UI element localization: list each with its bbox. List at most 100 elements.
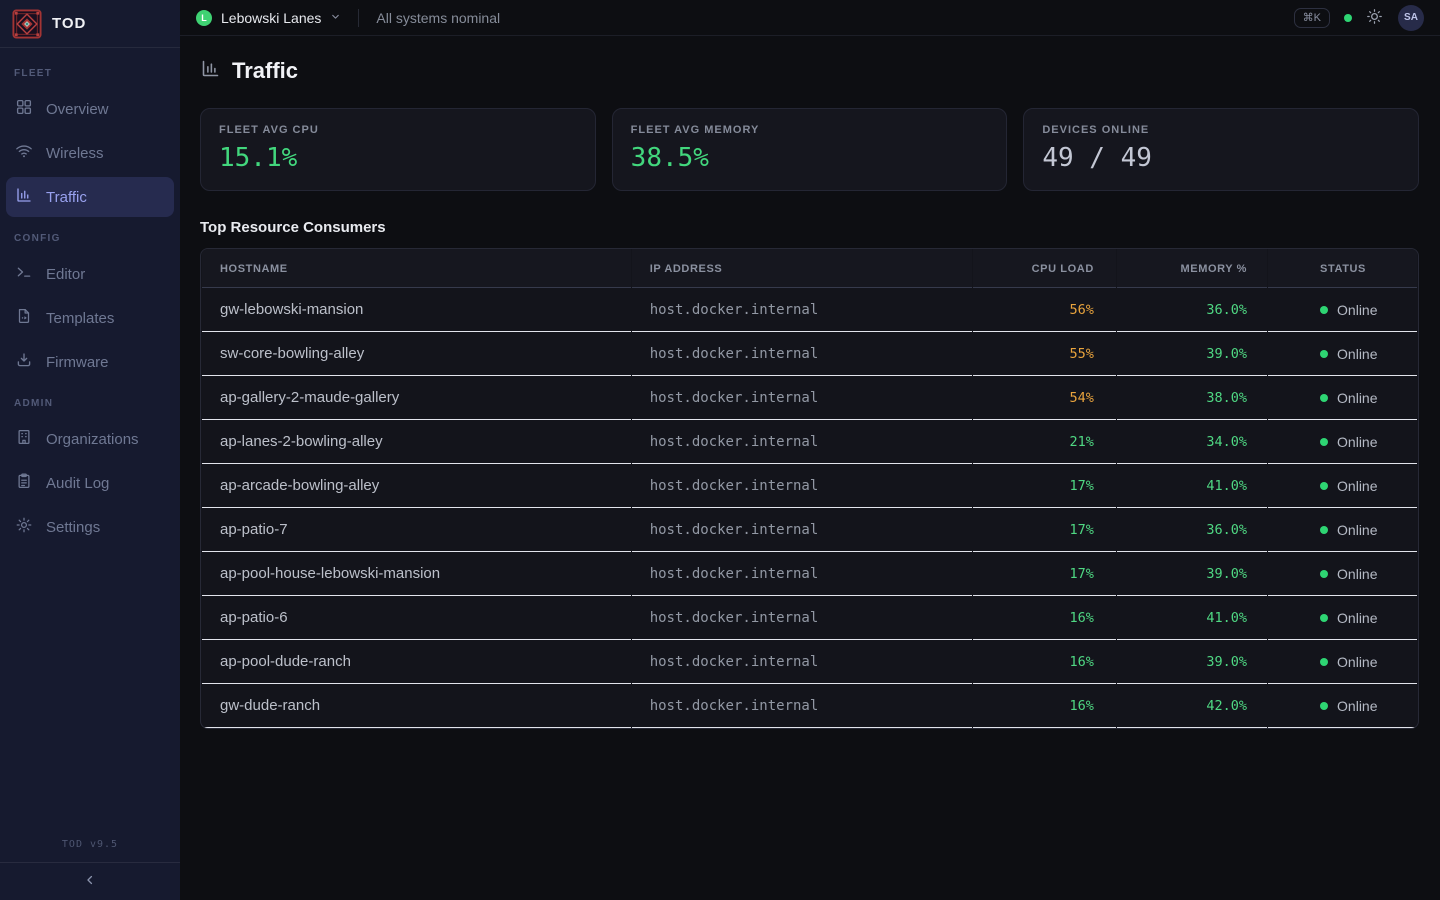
sidebar-item-label: Traffic — [46, 189, 87, 206]
cpu-load-cell: 16% — [973, 684, 1116, 728]
cpu-load-cell: 56% — [973, 288, 1116, 332]
status-cell: Online — [1268, 464, 1417, 508]
cpu-load-cell: 16% — [973, 596, 1116, 640]
table-row[interactable]: ap-pool-dude-ranch host.docker.internal … — [202, 640, 1417, 684]
org-avatar: L — [196, 10, 212, 26]
online-status-icon — [1320, 702, 1328, 710]
online-status-icon — [1320, 658, 1328, 666]
table-row[interactable]: ap-arcade-bowling-alley host.docker.inte… — [202, 464, 1417, 508]
cpu-load-cell: 55% — [973, 332, 1116, 376]
status-label: Online — [1337, 302, 1377, 318]
table-row[interactable]: sw-core-bowling-alley host.docker.intern… — [202, 332, 1417, 376]
sidebar-item-label: Settings — [46, 519, 100, 536]
nav-section-admin: ADMIN — [0, 398, 180, 409]
sun-icon — [1366, 8, 1383, 28]
status-cell: Online — [1268, 332, 1417, 376]
sidebar-item-label: Audit Log — [46, 475, 109, 492]
chevron-left-icon — [83, 873, 97, 890]
user-avatar[interactable]: SA — [1398, 5, 1424, 31]
stat-card-devices-online: DEVICES ONLINE 49 / 49 — [1023, 108, 1419, 191]
ip-address-cell: host.docker.internal — [632, 288, 972, 332]
top-consumers-table: HOSTNAME IP ADDRESS CPU LOAD MEMORY % ST… — [200, 248, 1419, 729]
online-status-icon — [1320, 394, 1328, 402]
chevron-down-icon — [330, 9, 341, 27]
content-frame: L Lebowski Lanes All systems nominal ⌘K — [180, 0, 1440, 900]
hostname-cell: ap-gallery-2-maude-gallery — [202, 376, 631, 420]
table-row[interactable]: ap-lanes-2-bowling-alley host.docker.int… — [202, 420, 1417, 464]
online-status-icon — [1320, 526, 1328, 534]
page-title: Traffic — [232, 58, 298, 84]
ip-address-cell: host.docker.internal — [632, 684, 972, 728]
sidebar-item-label: Firmware — [46, 354, 109, 371]
bar-chart-icon — [200, 58, 221, 84]
hostname-cell: ap-arcade-bowling-alley — [202, 464, 631, 508]
table-row[interactable]: ap-patio-6 host.docker.internal 16% 41.0… — [202, 596, 1417, 640]
app-logo: TOD — [0, 0, 180, 48]
status-label: Online — [1337, 434, 1377, 450]
sidebar-nav: FLEET Overview Wireless — [0, 48, 180, 839]
sidebar-collapse-button[interactable] — [0, 862, 180, 900]
stat-value: 15.1% — [219, 143, 577, 173]
hostname-cell: ap-patio-6 — [202, 596, 631, 640]
clipboard-icon — [15, 472, 33, 495]
sidebar-item-organizations[interactable]: Organizations — [6, 419, 174, 459]
cpu-load-cell: 54% — [973, 376, 1116, 420]
sidebar-item-settings[interactable]: Settings — [6, 507, 174, 547]
table-row[interactable]: gw-lebowski-mansion host.docker.internal… — [202, 288, 1417, 332]
hostname-cell: gw-dude-ranch — [202, 684, 631, 728]
app-root: TOD FLEET Overview — [0, 0, 1440, 900]
hostname-cell: ap-pool-dude-ranch — [202, 640, 631, 684]
table-row[interactable]: ap-pool-house-lebowski-mansion host.dock… — [202, 552, 1417, 596]
table-row[interactable]: gw-dude-ranch host.docker.internal 16% 4… — [202, 684, 1417, 728]
status-cell: Online — [1268, 376, 1417, 420]
hostname-cell: ap-lanes-2-bowling-alley — [202, 420, 631, 464]
file-icon — [15, 307, 33, 330]
status-cell: Online — [1268, 596, 1417, 640]
stat-card-fleet-avg-cpu: FLEET AVG CPU 15.1% — [200, 108, 596, 191]
building-icon — [15, 428, 33, 451]
memory-cell: 36.0% — [1117, 508, 1267, 552]
app-name: TOD — [52, 15, 86, 32]
main-content: Traffic FLEET AVG CPU 15.1% FLEET AVG ME… — [180, 36, 1440, 729]
table-header-row: HOSTNAME IP ADDRESS CPU LOAD MEMORY % ST… — [202, 249, 1417, 288]
status-cell: Online — [1268, 684, 1417, 728]
sidebar-item-audit-log[interactable]: Audit Log — [6, 463, 174, 503]
stat-label: DEVICES ONLINE — [1042, 124, 1400, 136]
sidebar-item-editor[interactable]: Editor — [6, 254, 174, 294]
online-status-icon — [1320, 438, 1328, 446]
stat-value: 38.5% — [631, 143, 989, 173]
sidebar-item-templates[interactable]: Templates — [6, 298, 174, 338]
status-label: Online — [1337, 654, 1377, 670]
connection-status-icon — [1344, 14, 1352, 22]
memory-cell: 42.0% — [1117, 684, 1267, 728]
sidebar-item-traffic[interactable]: Traffic — [6, 177, 174, 217]
sidebar-item-firmware[interactable]: Firmware — [6, 342, 174, 382]
sidebar-item-wireless[interactable]: Wireless — [6, 133, 174, 173]
hostname-cell: ap-patio-7 — [202, 508, 631, 552]
sidebar-item-overview[interactable]: Overview — [6, 89, 174, 129]
theme-toggle-button[interactable] — [1366, 8, 1383, 28]
status-label: Online — [1337, 566, 1377, 582]
table-row[interactable]: ap-gallery-2-maude-gallery host.docker.i… — [202, 376, 1417, 420]
memory-cell: 41.0% — [1117, 464, 1267, 508]
status-label: Online — [1337, 390, 1377, 406]
table-row[interactable]: ap-patio-7 host.docker.internal 17% 36.0… — [202, 508, 1417, 552]
nav-section-config: CONFIG — [0, 233, 180, 244]
column-header-hostname: HOSTNAME — [202, 249, 631, 288]
status-cell: Online — [1268, 420, 1417, 464]
top-bar: L Lebowski Lanes All systems nominal ⌘K — [180, 0, 1440, 36]
header-divider — [358, 9, 359, 27]
stat-cards: FLEET AVG CPU 15.1% FLEET AVG MEMORY 38.… — [200, 108, 1419, 191]
stat-label: FLEET AVG MEMORY — [631, 124, 989, 136]
memory-cell: 34.0% — [1117, 420, 1267, 464]
column-header-status: STATUS — [1268, 249, 1417, 288]
online-status-icon — [1320, 306, 1328, 314]
command-palette-shortcut[interactable]: ⌘K — [1294, 8, 1330, 28]
online-status-icon — [1320, 614, 1328, 622]
memory-cell: 39.0% — [1117, 332, 1267, 376]
cpu-load-cell: 17% — [973, 508, 1116, 552]
ip-address-cell: host.docker.internal — [632, 640, 972, 684]
org-switcher[interactable]: L Lebowski Lanes — [196, 9, 341, 27]
status-cell: Online — [1268, 552, 1417, 596]
hostname-cell: sw-core-bowling-alley — [202, 332, 631, 376]
